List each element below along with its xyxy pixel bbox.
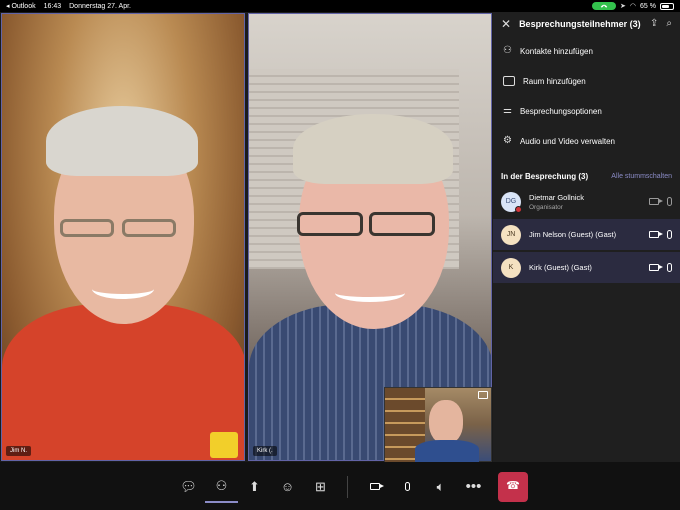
participant-role: Organisator: [529, 203, 563, 211]
avatar: DG: [501, 191, 522, 213]
participant-row[interactable]: K Kirk (Guest) (Gast): [493, 252, 680, 283]
add-room-button[interactable]: Raum hinzufügen: [493, 66, 680, 96]
in-meeting-label: In der Besprechung (3): [501, 171, 589, 181]
participant-name-tag: Kirk (.: [253, 446, 277, 456]
mic-icon: [405, 482, 410, 491]
participant-name: Jim Nelson (Guest) (Gast): [529, 230, 617, 239]
status-bar: ◂ Outlook 16:43 Donnerstag 27. Apr. ➤ ◠ …: [0, 0, 680, 12]
phone-icon: [600, 4, 608, 8]
glasses-left: [60, 219, 114, 237]
battery-icon: [660, 2, 674, 10]
share-screen-button[interactable]: ⬆: [238, 470, 271, 503]
mic-icon[interactable]: [667, 263, 672, 272]
camera-switch-icon[interactable]: [478, 391, 488, 399]
search-icon[interactable]: ⌕: [666, 19, 672, 29]
close-icon[interactable]: ✕: [501, 18, 511, 30]
chat-button[interactable]: 💬︎: [172, 470, 205, 503]
sliders-icon: ⚌: [503, 105, 512, 116]
status-date: Donnerstag 27. Apr.: [69, 2, 132, 10]
add-room-label: Raum hinzufügen: [523, 76, 586, 86]
hangup-icon: ☎: [506, 480, 520, 492]
mic-icon[interactable]: [667, 197, 672, 206]
manage-audio-video-button[interactable]: ⚙ Audio und Video verwalten: [493, 126, 680, 156]
manage-audio-video-label: Audio und Video verwalten: [519, 136, 615, 146]
participant-name: Kirk (Guest) (Gast): [529, 263, 592, 272]
more-button[interactable]: •••: [457, 470, 490, 503]
panel-title: Besprechungsteilnehmer (3): [519, 19, 641, 29]
more-icon: •••: [465, 478, 482, 495]
participant-shirt: [2, 304, 244, 460]
reactions-icon: ☺: [280, 479, 295, 494]
hang-up-button[interactable]: ☎: [498, 471, 528, 502]
chat-icon: 💬︎: [180, 479, 197, 494]
panel-header: ✕ Besprechungsteilnehmer (3) ⇪ ⌕: [493, 12, 680, 36]
add-contacts-button[interactable]: ⚇ Kontakte hinzufügen: [493, 36, 680, 66]
active-call-pill[interactable]: [592, 2, 617, 10]
participants-button[interactable]: ⚇: [205, 470, 238, 503]
in-meeting-section: In der Besprechung (3) Alle stummschalte…: [493, 166, 680, 186]
meeting-options-button[interactable]: ⚌ Besprechungsoptionen: [493, 96, 680, 126]
mic-icon[interactable]: [667, 230, 672, 239]
participant-hair: [293, 114, 453, 184]
apps-icon: ⊞: [315, 479, 326, 494]
speaker-icon: 🔈︎: [436, 479, 445, 494]
share-out-icon[interactable]: ⇪: [650, 19, 658, 29]
self-face: [429, 400, 463, 444]
apps-button[interactable]: ⊞: [304, 470, 337, 503]
video-stage: Jim N. Kirk (.: [0, 12, 493, 463]
participant-name: Dietmar Gollnick: [529, 192, 585, 202]
gear-icon: ⚙: [503, 135, 512, 146]
camera-icon: [649, 198, 663, 205]
control-divider: [347, 475, 348, 498]
wifi-icon: ◠: [629, 2, 637, 10]
glasses-right: [369, 212, 435, 236]
glasses-left: [297, 212, 363, 236]
camera-toggle-button[interactable]: [358, 470, 391, 503]
ferrari-badge: [210, 432, 238, 458]
participant-smile: [335, 284, 405, 302]
back-to-app-link[interactable]: ◂ Outlook: [6, 2, 36, 10]
self-shirt: [415, 440, 479, 463]
speaker-button[interactable]: 🔈︎: [424, 470, 457, 503]
room-icon: [503, 76, 515, 86]
mic-toggle-button[interactable]: [391, 470, 424, 503]
participant-row[interactable]: JN Jim Nelson (Guest) (Gast): [493, 219, 680, 250]
participant-name-tag: Jim N.: [6, 446, 31, 456]
participant-hair: [46, 106, 198, 176]
participant-row[interactable]: DG Dietmar Gollnick Organisator: [493, 186, 680, 217]
people-icon: ⚇: [215, 478, 228, 493]
share-icon: ⬆: [249, 479, 260, 494]
avatar-initials: JN: [506, 231, 516, 238]
avatar-initials: K: [508, 264, 514, 271]
add-contacts-label: Kontakte hinzufügen: [519, 46, 593, 56]
mute-all-link[interactable]: Alle stummschalten: [611, 173, 672, 180]
glasses-right: [122, 219, 176, 237]
avatar: K: [501, 257, 521, 278]
participant-smile: [92, 279, 154, 299]
reactions-button[interactable]: ☺: [271, 470, 304, 503]
location-icon: ➤: [620, 2, 626, 10]
presence-status-icon: [515, 205, 522, 213]
camera-icon: [649, 231, 663, 238]
battery-percent: 65 %: [640, 2, 656, 10]
status-time: 16:43: [43, 2, 62, 10]
meeting-options-label: Besprechungsoptionen: [519, 106, 602, 116]
avatar-initials: DG: [505, 198, 517, 205]
camera-icon: [369, 483, 384, 490]
participants-panel: ✕ Besprechungsteilnehmer (3) ⇪ ⌕ ⚇ Konta…: [493, 12, 680, 462]
avatar: JN: [501, 224, 521, 245]
add-people-icon: ⚇: [503, 45, 512, 56]
self-view-video[interactable]: [384, 387, 492, 463]
call-control-bar: 💬︎ ⚇ ⬆ ☺ ⊞ 🔈︎ ••• ☎: [0, 462, 680, 510]
camera-icon: [649, 264, 663, 271]
video-tile-jim[interactable]: Jim N.: [1, 13, 245, 461]
